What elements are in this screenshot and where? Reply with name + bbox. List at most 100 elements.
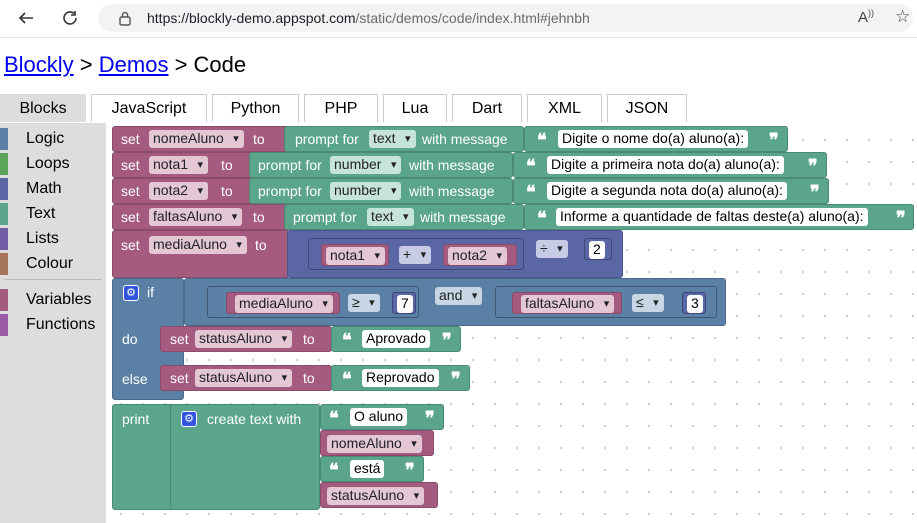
text-field[interactable]: Digite a primeira nota do(a) aluno(a): xyxy=(547,156,784,174)
prompt-type-dropdown[interactable]: text xyxy=(369,130,416,148)
tab-xml[interactable]: XML xyxy=(527,94,602,122)
tab-python[interactable]: Python xyxy=(212,94,299,122)
math-add-block[interactable]: nota1 + nota2 xyxy=(308,238,524,270)
number-field[interactable]: 7 xyxy=(397,295,413,313)
crumb-blockly-link[interactable]: Blockly xyxy=(4,52,74,77)
toolbox-colour[interactable]: Colour xyxy=(0,252,73,276)
and-dropdown[interactable]: and xyxy=(435,287,483,305)
workspace[interactable]: set nomeAluno to prompt for text with me… xyxy=(106,123,917,523)
tab-json[interactable]: JSON xyxy=(607,94,687,122)
number-field[interactable]: 2 xyxy=(589,241,605,259)
tab-php[interactable]: PHP xyxy=(304,94,378,122)
set-statusaluno-block[interactable]: set statusAluno to xyxy=(160,326,332,352)
var-get-block[interactable]: nomeAluno xyxy=(320,430,434,456)
toolbox-text[interactable]: Text xyxy=(0,202,55,226)
toolbox: Logic Loops Math Text Lists Colour Varia… xyxy=(0,123,106,523)
var-dropdown[interactable]: nomeAluno xyxy=(327,435,422,453)
text-string-block[interactable]: ❝ Digite a segunda nota do(a) aluno(a): … xyxy=(513,178,829,204)
number-block[interactable]: 2 xyxy=(584,238,612,260)
gear-icon[interactable]: ⚙ xyxy=(123,285,139,301)
set-faltasaluno-block[interactable]: set faltasAluno to xyxy=(112,204,290,230)
toolbox-lists[interactable]: Lists xyxy=(0,227,59,251)
text-string-block[interactable]: ❝ O aluno ❞ xyxy=(320,404,444,430)
compare-block[interactable]: faltasAluno ≤ 3 xyxy=(495,286,717,318)
var-get-block[interactable]: nota1 xyxy=(321,244,389,266)
toolbox-logic[interactable]: Logic xyxy=(0,127,64,151)
text-string-block[interactable]: ❝ Digite a primeira nota do(a) aluno(a):… xyxy=(513,152,827,178)
prompt-type-dropdown[interactable]: text xyxy=(367,208,414,226)
crumb-demos-link[interactable]: Demos xyxy=(99,52,169,77)
print-block[interactable]: print xyxy=(112,404,178,510)
var-dropdown[interactable]: faltasAluno xyxy=(149,208,243,226)
var-dropdown[interactable]: faltasAluno xyxy=(521,295,615,313)
var-dropdown[interactable]: mediaAluno xyxy=(149,236,247,254)
op-dropdown[interactable]: ÷ xyxy=(536,240,568,258)
page-title: Code xyxy=(193,52,247,77)
math-divide-block[interactable]: nota1 + nota2 ÷ 2 xyxy=(287,230,623,278)
set-mediaaluno-block[interactable]: set mediaAluno to xyxy=(112,230,290,278)
arrow-left-icon[interactable] xyxy=(14,6,38,30)
var-dropdown[interactable]: nomeAluno xyxy=(149,130,244,148)
text-field[interactable]: está xyxy=(350,460,385,478)
browser-toolbar: https://blockly-demo.appspot.com/static/… xyxy=(0,0,917,38)
breadcrumb: Blockly > Demos > Code xyxy=(4,52,247,77)
number-block[interactable]: 3 xyxy=(682,292,706,314)
text-field[interactable]: Informe a quantidade de faltas deste(a) … xyxy=(556,208,868,226)
var-dropdown[interactable]: statusAluno xyxy=(195,330,293,348)
read-aloud-icon[interactable]: A)) xyxy=(858,8,874,26)
var-get-block[interactable]: mediaAluno xyxy=(226,292,340,314)
var-dropdown[interactable]: nota1 xyxy=(149,156,209,174)
var-dropdown[interactable]: nota1 xyxy=(326,247,386,265)
prompt-block[interactable]: prompt for text with message xyxy=(284,204,524,230)
text-string-block[interactable]: ❝ Aprovado ❞ xyxy=(331,326,461,352)
text-field[interactable]: Digite o nome do(a) aluno(a): xyxy=(558,130,749,148)
set-nota1-block[interactable]: set nota1 to xyxy=(112,152,256,178)
gear-icon[interactable]: ⚙ xyxy=(181,411,197,427)
number-field[interactable]: 3 xyxy=(687,295,703,313)
toolbox-variables[interactable]: Variables xyxy=(0,288,92,312)
star-icon[interactable]: ☆ xyxy=(895,7,910,27)
logic-and-block[interactable]: mediaAluno ≥ 7 and faltasAluno ≤ 3 xyxy=(184,278,726,326)
text-field[interactable]: Reprovado xyxy=(362,369,439,387)
var-get-block[interactable]: faltasAluno xyxy=(512,292,622,314)
url-text[interactable]: https://blockly-demo.appspot.com/static/… xyxy=(147,10,590,26)
text-field[interactable]: Digite a segunda nota do(a) aluno(a): xyxy=(547,182,787,200)
prompt-type-dropdown[interactable]: number xyxy=(330,182,402,200)
text-string-block[interactable]: ❝ Digite o nome do(a) aluno(a): ❞ xyxy=(524,126,788,152)
tab-dart[interactable]: Dart xyxy=(452,94,522,122)
text-field[interactable]: Aprovado xyxy=(362,330,430,348)
number-block[interactable]: 7 xyxy=(392,292,416,314)
set-statusaluno-block[interactable]: set statusAluno to xyxy=(160,365,332,391)
tab-bar: Blocks JavaScript Python PHP Lua Dart XM… xyxy=(0,94,917,123)
text-string-block[interactable]: ❝ está ❞ xyxy=(320,456,424,482)
compare-block[interactable]: mediaAluno ≥ 7 xyxy=(207,286,419,318)
create-text-block[interactable]: ⚙ create text with xyxy=(170,404,320,510)
var-get-block[interactable]: statusAluno xyxy=(320,482,438,508)
address-bar[interactable]: https://blockly-demo.appspot.com/static/… xyxy=(98,4,913,32)
prompt-block[interactable]: prompt for number with message xyxy=(249,178,513,204)
toolbox-loops[interactable]: Loops xyxy=(0,152,70,176)
set-nomealuno-block[interactable]: set nomeAluno to xyxy=(112,126,290,152)
var-dropdown[interactable]: mediaAluno xyxy=(235,295,333,313)
text-string-block[interactable]: ❝ Informe a quantidade de faltas deste(a… xyxy=(524,204,914,230)
var-dropdown[interactable]: statusAluno xyxy=(327,487,425,505)
text-string-block[interactable]: ❝ Reprovado ❞ xyxy=(331,365,470,391)
var-get-block[interactable]: nota2 xyxy=(443,244,517,266)
text-field[interactable]: O aluno xyxy=(350,408,408,426)
tab-lua[interactable]: Lua xyxy=(383,94,447,122)
compare-dropdown[interactable]: ≥ xyxy=(348,294,380,312)
reload-icon[interactable] xyxy=(58,6,82,30)
var-dropdown[interactable]: statusAluno xyxy=(195,369,293,387)
prompt-block[interactable]: prompt for number with message xyxy=(249,152,513,178)
tab-blocks[interactable]: Blocks xyxy=(0,94,86,122)
op-dropdown[interactable]: + xyxy=(399,246,432,264)
var-dropdown[interactable]: nota2 xyxy=(149,182,209,200)
var-dropdown[interactable]: nota2 xyxy=(448,247,508,265)
compare-dropdown[interactable]: ≤ xyxy=(632,294,664,312)
set-nota2-block[interactable]: set nota2 to xyxy=(112,178,256,204)
toolbox-math[interactable]: Math xyxy=(0,177,62,201)
toolbox-functions[interactable]: Functions xyxy=(0,313,95,337)
prompt-block[interactable]: prompt for text with message xyxy=(284,126,524,152)
prompt-type-dropdown[interactable]: number xyxy=(330,156,402,174)
tab-javascript[interactable]: JavaScript xyxy=(91,94,207,122)
